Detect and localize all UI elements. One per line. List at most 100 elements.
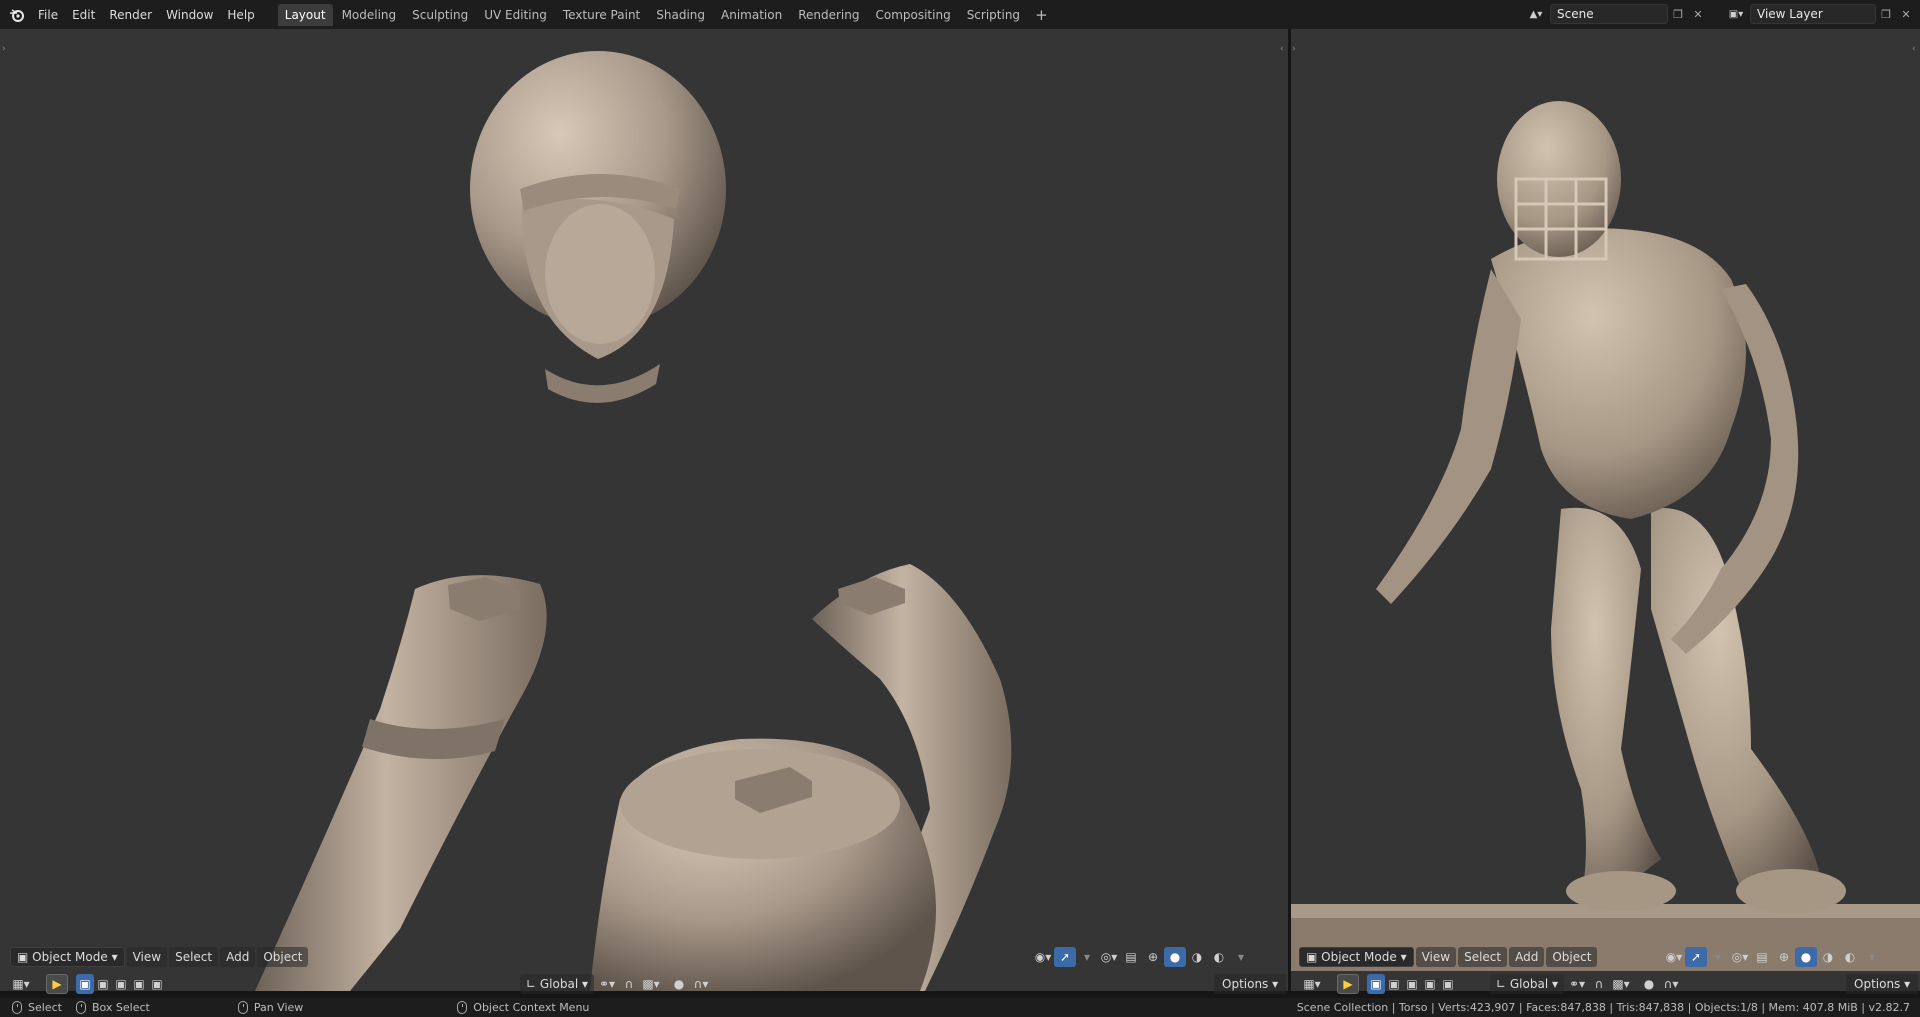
sidebar-expand-icon[interactable]: ‹ <box>1912 44 1916 54</box>
right-mode-dropdown[interactable]: ▣ Object Mode ▾ <box>1299 947 1414 967</box>
tab-animation[interactable]: Animation <box>714 4 789 26</box>
overlay-icon[interactable]: ◎▾ <box>1098 947 1120 967</box>
visibility-icon[interactable]: ◉▾ <box>1032 947 1054 967</box>
player-right-shoe <box>1736 869 1846 913</box>
sidebar-expand-icon[interactable]: ‹ <box>1280 44 1284 54</box>
chevron-down-icon[interactable]: ▾ <box>1707 947 1729 967</box>
shading-wire-icon[interactable]: ⊕ <box>1773 947 1795 967</box>
close-icon[interactable]: ✕ <box>1896 4 1916 24</box>
overlay-icon[interactable]: ◎▾ <box>1729 947 1751 967</box>
shading-material-icon[interactable]: ◑ <box>1817 947 1839 967</box>
pivot-icon[interactable]: ⚭▾ <box>1566 974 1588 994</box>
add-workspace-button[interactable]: + <box>1029 6 1054 24</box>
tab-texture-paint[interactable]: Texture Paint <box>556 4 647 26</box>
status-context-menu-label: Object Context Menu <box>473 1001 590 1014</box>
right-orientation-dropdown[interactable]: ∟ Global ▾ <box>1490 974 1564 994</box>
close-icon[interactable]: ✕ <box>1688 4 1708 24</box>
viewport-type-icon[interactable]: ▦▾ <box>10 974 32 994</box>
shading-solid-icon[interactable]: ● <box>1164 947 1186 967</box>
scene-icon[interactable]: ▲▾ <box>1522 3 1550 25</box>
tab-modeling[interactable]: Modeling <box>335 4 404 26</box>
snap-icon[interactable]: ∩ <box>1588 974 1610 994</box>
chevron-down-icon[interactable]: ▾ <box>1076 947 1098 967</box>
right-menu-object[interactable]: Object <box>1546 947 1598 967</box>
proportional-icon[interactable]: ● <box>668 974 690 994</box>
shading-render-icon[interactable]: ◐ <box>1839 947 1861 967</box>
shading-render-icon[interactable]: ◐ <box>1208 947 1230 967</box>
falloff-icon[interactable]: ∩▾ <box>1660 974 1682 994</box>
pivot-icon[interactable]: ⚭▾ <box>596 974 618 994</box>
right-menu-select[interactable]: Select <box>1458 947 1508 967</box>
right-menu-add[interactable]: Add <box>1509 947 1545 967</box>
status-select: Select <box>12 1001 62 1014</box>
tab-compositing[interactable]: Compositing <box>868 4 957 26</box>
proportional-icon[interactable]: ● <box>1638 974 1660 994</box>
view-layer-icon[interactable]: ▣▾ <box>1722 3 1750 25</box>
left-menu-add[interactable]: Add <box>220 947 256 967</box>
mode-invert-icon[interactable]: ▣ <box>1421 974 1439 994</box>
mode-extend-icon[interactable]: ▣ <box>1385 974 1403 994</box>
left-mode-dropdown[interactable]: ▣ Object Mode ▾ <box>10 947 125 967</box>
select-tool-icon[interactable]: ▶ <box>1337 974 1359 994</box>
chevron-down-icon: ▾ <box>578 977 588 991</box>
scene-name-field[interactable]: Scene <box>1550 4 1668 24</box>
tab-scripting[interactable]: Scripting <box>960 4 1027 26</box>
left-menu-view[interactable]: View <box>126 947 168 967</box>
select-tool-icon[interactable]: ▶ <box>46 974 68 994</box>
toolbar-expand-icon[interactable]: › <box>1292 44 1296 54</box>
gizmo-icon[interactable]: ➚ <box>1054 947 1076 967</box>
menu-file[interactable]: File <box>31 5 65 25</box>
menu-help[interactable]: Help <box>220 5 261 25</box>
left-viewport-header: ▣ Object Mode ▾ View Select Add Object <box>10 946 310 968</box>
tab-uv-editing[interactable]: UV Editing <box>477 4 554 26</box>
visibility-icon[interactable]: ◉▾ <box>1663 947 1685 967</box>
xray-icon[interactable]: ▤ <box>1120 947 1142 967</box>
mouse-right-icon <box>457 1001 468 1014</box>
xray-icon[interactable]: ▤ <box>1751 947 1773 967</box>
chevron-down-icon[interactable]: ▾ <box>1861 947 1883 967</box>
left-orientation-dropdown[interactable]: ∟ Global ▾ <box>520 974 594 994</box>
mode-intersect-icon[interactable]: ▣ <box>148 974 166 994</box>
view-layer-selector: ▣▾ View Layer ❐ ✕ <box>1722 3 1916 25</box>
mode-set-icon[interactable]: ▣ <box>1367 974 1385 994</box>
mode-subtract-icon[interactable]: ▣ <box>1403 974 1421 994</box>
tab-rendering[interactable]: Rendering <box>791 4 866 26</box>
shading-material-icon[interactable]: ◑ <box>1186 947 1208 967</box>
right-menu-view[interactable]: View <box>1415 947 1457 967</box>
viewport-type-icon[interactable]: ▦▾ <box>1301 974 1323 994</box>
mode-intersect-icon[interactable]: ▣ <box>1439 974 1457 994</box>
gizmo-icon[interactable]: ➚ <box>1685 947 1707 967</box>
snap-target-icon[interactable]: ▩▾ <box>1610 974 1632 994</box>
tab-layout[interactable]: Layout <box>277 3 333 26</box>
mode-extend-icon[interactable]: ▣ <box>94 974 112 994</box>
mode-set-icon[interactable]: ▣ <box>76 974 94 994</box>
left-menu-select[interactable]: Select <box>169 947 219 967</box>
top-bar: File Edit Render Window Help Layout Mode… <box>0 0 1920 29</box>
chevron-down-icon[interactable]: ▾ <box>1230 947 1252 967</box>
new-scene-icon[interactable]: ❐ <box>1668 4 1688 24</box>
shading-solid-icon[interactable]: ● <box>1795 947 1817 967</box>
mode-invert-icon[interactable]: ▣ <box>130 974 148 994</box>
menu-window[interactable]: Window <box>159 5 220 25</box>
shading-wire-icon[interactable]: ⊕ <box>1142 947 1164 967</box>
status-box-select-label: Box Select <box>91 1001 150 1014</box>
left-menu-object[interactable]: Object <box>257 947 309 967</box>
blender-logo-icon[interactable] <box>3 1 31 29</box>
snap-icon[interactable]: ∩ <box>618 974 640 994</box>
menu-edit[interactable]: Edit <box>65 5 102 25</box>
falloff-icon[interactable]: ∩▾ <box>690 974 712 994</box>
left-options-button[interactable]: Options ▾ <box>1214 974 1287 994</box>
left-3d-viewport[interactable]: ▣ Object Mode ▾ View Select Add Object ◉… <box>0 29 1288 991</box>
menu-render[interactable]: Render <box>102 5 159 25</box>
tab-sculpting[interactable]: Sculpting <box>405 4 475 26</box>
mouse-left-drag-icon <box>75 1001 86 1014</box>
right-3d-viewport[interactable]: ▣ Object Mode ▾ View Select Add Object ◉… <box>1291 29 1920 991</box>
toolbar-expand-icon[interactable]: › <box>2 44 6 54</box>
scene-selector: ▲▾ Scene ❐ ✕ <box>1522 3 1708 25</box>
snap-target-icon[interactable]: ▩▾ <box>640 974 662 994</box>
new-view-layer-icon[interactable]: ❐ <box>1876 4 1896 24</box>
mode-subtract-icon[interactable]: ▣ <box>112 974 130 994</box>
tab-shading[interactable]: Shading <box>649 4 712 26</box>
view-layer-name-field[interactable]: View Layer <box>1750 4 1876 24</box>
right-options-button[interactable]: Options ▾ <box>1846 974 1919 994</box>
